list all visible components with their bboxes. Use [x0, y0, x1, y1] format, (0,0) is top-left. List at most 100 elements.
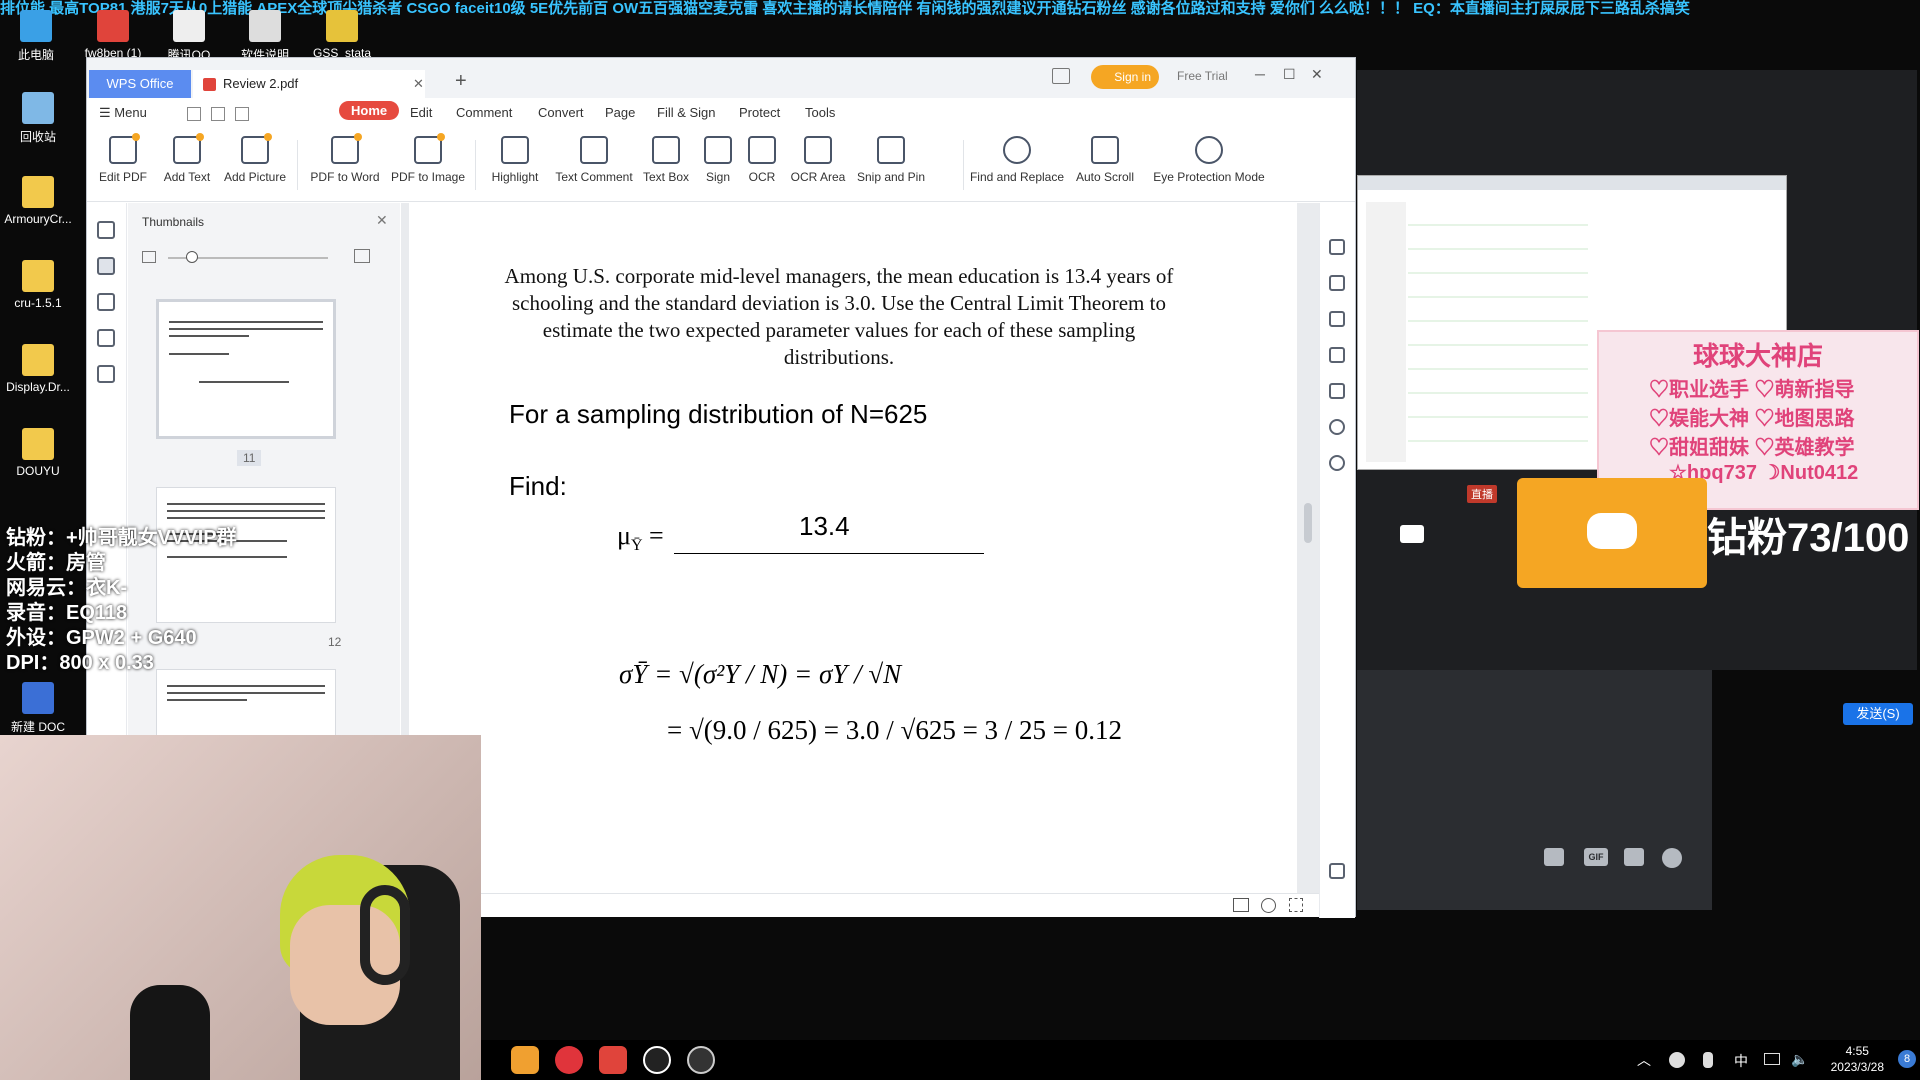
- close-tab-icon[interactable]: ✕: [413, 70, 424, 98]
- highlight-button[interactable]: Highlight: [483, 134, 547, 184]
- close-panel-icon[interactable]: ✕: [376, 212, 388, 229]
- gift-icon[interactable]: [1544, 848, 1564, 866]
- vertical-scrollbar[interactable]: [1304, 503, 1312, 543]
- menu-home[interactable]: Home: [339, 101, 400, 120]
- menu-edit[interactable]: Edit: [410, 105, 432, 120]
- ocr-area-button[interactable]: OCR Area: [785, 134, 851, 184]
- document-tab[interactable]: Review 2.pdf ✕: [193, 70, 425, 98]
- text-comment-icon: [580, 136, 608, 164]
- eye-protection-button[interactable]: Eye Protection Mode: [1145, 134, 1273, 184]
- desktop-icon-this-pc[interactable]: 此电脑: [0, 10, 76, 63]
- shop-title: 球球大神店: [1692, 341, 1823, 371]
- desktop-icon-fw8ben[interactable]: fw8ben (1): [73, 10, 153, 60]
- comment-icon[interactable]: [97, 293, 115, 311]
- menu-button[interactable]: ☰ Menu: [99, 105, 147, 121]
- save-icon[interactable]: [211, 107, 225, 121]
- sign-pen-icon[interactable]: [1329, 311, 1345, 327]
- add-picture-button[interactable]: Add Picture: [219, 133, 291, 184]
- large-image-icon[interactable]: [354, 249, 370, 263]
- sticker-icon[interactable]: [1624, 848, 1644, 866]
- taskbar-app-1[interactable]: [511, 1046, 539, 1074]
- distribution-heading: For a sampling distribution of N=625: [509, 399, 928, 429]
- pdf-to-image-button[interactable]: PDF to Image: [389, 133, 467, 184]
- maximize-icon[interactable]: ☐: [1283, 66, 1296, 83]
- desktop-icon-new-doc[interactable]: 新建 DOC: [0, 682, 78, 735]
- taskbar-netease-icon[interactable]: [555, 1046, 583, 1074]
- open-file-icon[interactable]: [187, 107, 201, 121]
- print-icon[interactable]: [235, 107, 249, 121]
- notification-badge[interactable]: 8: [1898, 1050, 1916, 1068]
- desktop-icon-gss-stata[interactable]: GSS_stata: [302, 10, 382, 60]
- desktop-icon-armoury[interactable]: ArmouryCr...: [0, 176, 78, 226]
- ocr-icon: [748, 136, 776, 164]
- sign-in-button[interactable]: Sign in: [1091, 65, 1159, 89]
- desktop-icon-qq[interactable]: 腾讯QQ: [149, 10, 229, 63]
- taskbar-qq-icon[interactable]: [643, 1046, 671, 1074]
- eye-icon: [1195, 136, 1223, 164]
- tray-app-icon[interactable]: [1669, 1052, 1685, 1068]
- taskbar-obs-icon[interactable]: [687, 1046, 715, 1074]
- ocr-button[interactable]: OCR: [743, 134, 781, 184]
- bookmark-icon[interactable]: [97, 221, 115, 239]
- emoji-icon[interactable]: [1662, 848, 1682, 868]
- text-box-button[interactable]: Text Box: [639, 134, 693, 184]
- zoom-search-icon[interactable]: [1329, 419, 1345, 435]
- menu-tools[interactable]: Tools: [805, 105, 835, 120]
- menu-comment[interactable]: Comment: [456, 105, 512, 120]
- close-window-icon[interactable]: ✕: [1311, 66, 1323, 83]
- read-mode-icon[interactable]: [1233, 898, 1249, 912]
- form-icon[interactable]: [1329, 383, 1345, 399]
- find-replace-button[interactable]: Find and Replace: [969, 134, 1065, 184]
- status-bar: [401, 893, 1319, 917]
- signature-icon[interactable]: [97, 365, 115, 383]
- chat-input-area[interactable]: GIF: [1357, 670, 1712, 910]
- desktop-icon-douyu[interactable]: DOUYU: [0, 428, 78, 478]
- auto-scroll-button[interactable]: Auto Scroll: [1069, 134, 1141, 184]
- tray-chevron-icon[interactable]: ︿: [1637, 1050, 1651, 1070]
- sign-button[interactable]: Sign: [697, 134, 739, 184]
- thumbnails-icon[interactable]: [97, 257, 115, 275]
- problem-paragraph: Among U.S. corporate mid-level managers,…: [504, 264, 1174, 369]
- new-tab-button[interactable]: +: [455, 70, 467, 93]
- menu-fill-sign[interactable]: Fill & Sign: [657, 105, 716, 120]
- layout-icon[interactable]: [1052, 68, 1070, 84]
- gif-button[interactable]: GIF: [1584, 848, 1608, 866]
- fullscreen-icon[interactable]: [1289, 898, 1303, 912]
- mic-icon[interactable]: [1703, 1052, 1713, 1068]
- add-text-button[interactable]: Add Text: [159, 133, 215, 184]
- apps-grid-icon[interactable]: [1329, 863, 1345, 879]
- minimize-icon[interactable]: ─: [1255, 66, 1265, 82]
- help-icon[interactable]: [1329, 455, 1345, 471]
- wps-office-tab[interactable]: WPS Office: [89, 70, 191, 98]
- menu-page[interactable]: Page: [605, 105, 635, 120]
- send-button[interactable]: 发送(S): [1843, 703, 1913, 725]
- pdf-page[interactable]: Among U.S. corporate mid-level managers,…: [409, 203, 1297, 893]
- camera-icon[interactable]: [1400, 525, 1424, 543]
- clock[interactable]: 4:55 2023/3/28: [1831, 1043, 1884, 1075]
- small-image-icon[interactable]: [142, 251, 156, 263]
- slider-handle[interactable]: [186, 251, 198, 263]
- edit-icon[interactable]: [1329, 239, 1345, 255]
- desktop-icon-recycle-bin[interactable]: 回收站: [0, 92, 78, 145]
- attachment-icon[interactable]: [97, 329, 115, 347]
- ime-indicator[interactable]: 中: [1734, 1051, 1748, 1071]
- list-icon[interactable]: [1329, 347, 1345, 363]
- network-icon[interactable]: [1764, 1053, 1780, 1065]
- desktop-icon-readme[interactable]: 软件说明: [225, 10, 305, 63]
- discord-tile[interactable]: [1517, 478, 1707, 588]
- taskbar-wps-icon[interactable]: [599, 1046, 627, 1074]
- pdf-to-word-button[interactable]: PDF to Word: [305, 133, 385, 184]
- desktop-icon-display-driver[interactable]: Display.Dr...: [0, 344, 78, 394]
- menu-protect[interactable]: Protect: [739, 105, 780, 120]
- volume-icon[interactable]: 🔈: [1791, 1051, 1808, 1068]
- export-icon[interactable]: [1329, 275, 1345, 291]
- text-comment-button[interactable]: Text Comment: [553, 134, 635, 184]
- free-trial-link[interactable]: Free Trial: [1177, 69, 1228, 83]
- edit-pdf-button[interactable]: Edit PDF: [93, 133, 153, 184]
- clock-date: 2023/3/28: [1830, 1060, 1884, 1074]
- thumbnail-page-11[interactable]: [156, 299, 336, 439]
- snip-and-pin-button[interactable]: Snip and Pin: [855, 134, 927, 184]
- menu-convert[interactable]: Convert: [538, 105, 584, 120]
- play-icon[interactable]: [1261, 898, 1276, 913]
- desktop-icon-cru[interactable]: cru-1.5.1: [0, 260, 78, 310]
